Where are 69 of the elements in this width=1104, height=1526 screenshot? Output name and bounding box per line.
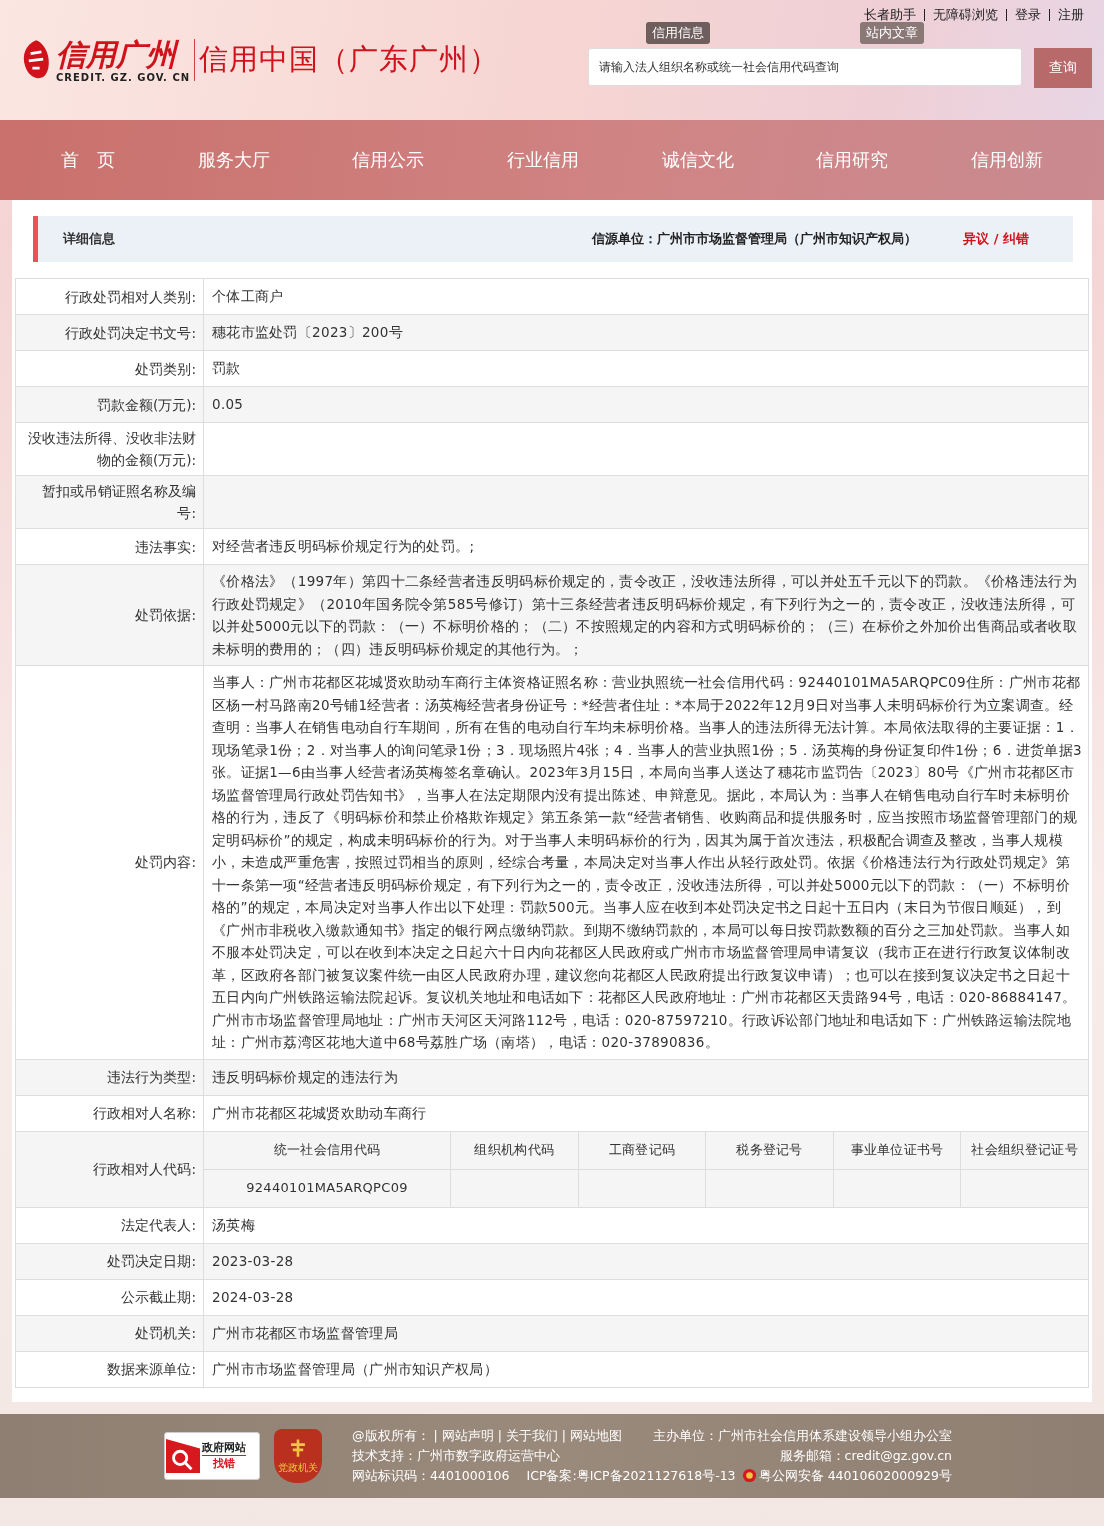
top-link[interactable]: 无障碍浏览 xyxy=(925,6,1006,24)
footer-text: 技术支持：广州市数字政府运营中心 xyxy=(352,1446,560,1465)
field-value: 违反明码标价规定的违法行为 xyxy=(212,1067,398,1087)
top-link[interactable]: 长者助手 xyxy=(856,6,924,24)
logo-subtitle: CREDIT. GZ. GOV. CN xyxy=(56,71,191,83)
field-label: 行政处罚决定书文号: xyxy=(16,315,204,350)
field-value: 当事人：广州市花都区花城贤欢助动车商行主体资格证照名称：营业执照统一社会信用代码：92440101MA5ARQPC09住所：广州市花都区杨一村马路南20号铺1经营者：汤英梅经营者身份证号：*经营者住址：*本局于2022年12月9日对当事人未明码标价行为立案调查。经查明：当事人在销售电动自行车期间，所有在售的电动自行车均未标明价格。当事人的违法所得无法计算。本局依法取得的主要证据：1．现场笔录1份；2．对当事人的询问笔录1份；3．现场照片4张；4．当事人的营业执照1份；5．汤英梅的身份证复印件1份；6．进货单据3张。证据1—6由当事人经营者汤英梅签名章确认。2023年3月15日，本局向当事人送达了穗花市监罚告〔2023〕80号《广州市花都区市场监督管理局行政处罚告知书》，当事人在法定期限内没有提出陈述、申辩意见。据此，本局认为：当事人在销售电动自行车时未标明价格的行为，违反了《明码标价和禁止价格欺诈规定》第五条第一款“经营者销售、收购商品和提供服务时，应当按照市场监督管理部门的规定明码标价”的规定，构成未明码标价的行为。对于当事人未明码标价的行为，因其为属于首次违法，积极配合调查及整改，当事人规模小，未造成严重危害，按照过罚相当的原则，经综合考量，本局决定对当事人作出从轻行政处罚。依据《价格违法行为行政处罚规定》第十一条第一项“经营者违反明码标价规定，有下列行为之一的，责令改正，没收违法所得，可以并处5000元以下的罚款：（一）不标明价格的”的规定，本局决定对当事人作出以下处理：罚款500元。当事人应在收到本处罚决定书之日起十五日内（末日为节假日顺延），到《广州市非税收入缴款通知书》指定的银行网点缴纳罚款。到期不缴纳罚款的，本局可以每日按罚款数额的百分之三加处罚款。当事人如不服本处罚决定，可以在收到本决定之日起六十日内向花都区人民政府或广州市市场监督管理局申请复议（我市正在进行行政复议体制改革，区政府各部门被复议案件统一由区人民政府办理，建议您向花都区人民政府提出行政复议申请）；也可以在接到复议决定书之日起十五日内向广州铁路运输法院起诉。复议机关地址和电话如下：花都区人民政府地址：广州市花都区天贵路94号，电话：020-86884147。广州市市场监督管理局地址：广州市天河区天河路112号，电话：020-87597210。行政诉讼部门地址和电话如下：广州铁路运输法院地址：广州市荔湾区花地大道中68号荔胜广场（南塔），电话：020-37890836。 xyxy=(212,673,1083,1052)
field-label: 没收违法所得、没收非法财物的金额(万元): xyxy=(16,423,204,475)
column-header: 组织机构代码 xyxy=(450,1131,578,1169)
column-header: 统一社会信用代码 xyxy=(272,1140,382,1159)
field-value: 汤英梅 xyxy=(212,1215,255,1235)
field-label: 处罚决定日期: xyxy=(16,1243,204,1279)
field-value: 广州市花都区市场监督管理局 xyxy=(212,1323,398,1343)
field-value: 《价格法》（1997年）第四十二条经营者违反明码标价规定的，责令改正，没收违法所得，可以并处五千元以下的罚款。《价格违法行为行政处罚规定》（2010年国务院令第585号修订）第十三条经营者违反明码标价规定，有下列行为之一的，责令改正，没收违法所得，可以并处5000元以下的罚款：（一）不标明价格的；（二）不按照规定的内容和方式明码标价的；（三）在标价之外加价出售商品或者收取未标明的费用的；（四）违反明码标价规定的其他行为。； xyxy=(212,572,1078,659)
footer-text: 粤公网安备 44010602000929号 xyxy=(758,1466,952,1485)
field-label: 处罚机关: xyxy=(16,1315,204,1351)
field-value: 穗花市监处罚〔2023〕200号 xyxy=(212,323,403,343)
field-value: 0.05 xyxy=(212,395,244,415)
field-value: 个体工商户 xyxy=(212,287,284,307)
top-link[interactable]: 注册 xyxy=(1050,6,1092,24)
field-label: 罚款金额(万元): xyxy=(16,387,204,422)
field-value: 广州市市场监督管理局（广州市知识产权局） xyxy=(212,1359,498,1379)
nav-item[interactable]: 信用公示 xyxy=(352,148,425,172)
table-cell-text: 92440101MA5ARQPC09 xyxy=(246,1178,408,1197)
column-header: 社会组织登记证号 xyxy=(960,1131,1088,1169)
field-label: 违法事实: xyxy=(16,529,204,564)
field-label: 违法行为类型: xyxy=(16,1059,204,1095)
emblem-text: 党政机关 xyxy=(278,1460,318,1475)
field-value: 罚款 xyxy=(212,359,241,379)
search-field[interactable]: 请输入法人组织名称或统一社会信用代码查询 xyxy=(588,48,1022,86)
field-label: 暂扣或吊销证照名称及编号: xyxy=(16,476,204,528)
field-label: 处罚内容: xyxy=(16,666,204,1059)
source-text: 信源单位：广州市市场监督管理局（广州市知识产权局） xyxy=(592,230,918,248)
search-tab[interactable]: 信用信息 xyxy=(646,22,710,44)
nav-item[interactable]: 信用创新 xyxy=(970,148,1043,172)
search-button[interactable]: 查询 xyxy=(1034,48,1092,88)
nav-item[interactable]: 行业信用 xyxy=(506,148,579,172)
field-label: 处罚类别: xyxy=(16,351,204,386)
field-label: 行政处罚相对人类别: xyxy=(16,279,204,314)
nav-item[interactable]: 信用研究 xyxy=(816,148,889,172)
column-header: 事业单位证书号 xyxy=(832,1131,961,1169)
search-tab[interactable]: 站内文章 xyxy=(860,22,924,44)
column-header: 税务登记号 xyxy=(705,1131,833,1169)
badge-action: 找错 xyxy=(213,1456,235,1471)
field-label: 数据来源单位: xyxy=(16,1351,204,1387)
detail-title: 详细信息 xyxy=(63,230,115,248)
column-header: 工商登记码 xyxy=(577,1131,706,1169)
logo-text: 信用广州 xyxy=(56,37,191,72)
nav-item[interactable]: 首 页 xyxy=(61,148,116,172)
nav-item[interactable]: 诚信文化 xyxy=(661,148,734,172)
dispute-link[interactable]: 异议 / 纠错 xyxy=(963,230,1029,248)
error-report-badge[interactable]: 政府网站 找错 xyxy=(164,1431,260,1480)
top-link[interactable]: 登录 xyxy=(1007,6,1049,24)
field-value: 2024-03-28 xyxy=(212,1287,294,1307)
police-badge-icon xyxy=(741,1468,757,1483)
badge-title: 政府网站 xyxy=(202,1440,246,1456)
nav-item[interactable]: 服务大厅 xyxy=(197,148,270,172)
field-label: 处罚依据: xyxy=(16,565,204,665)
field-value: 对经营者违反明码标价规定行为的处罚。; xyxy=(212,537,475,557)
site-title: 信用中国（广东广州） xyxy=(199,41,500,78)
field-value: 广州市花都区花城贤欢助动车商行 xyxy=(212,1103,427,1123)
footer-text: 服务邮箱：credit@gz.gov.cn xyxy=(779,1446,952,1465)
footer-text: 网站标识码：4401000106 ICP备案:粤ICP备2021127618号-13 xyxy=(352,1466,736,1485)
footer-text: @版权所有： | 网站声明 | 关于我们 | 网站地图 xyxy=(352,1426,622,1445)
field-label: 法定代表人: xyxy=(16,1207,204,1243)
field-label: 行政相对人名称: xyxy=(16,1095,204,1131)
field-value: 2023-03-28 xyxy=(212,1251,294,1271)
footer-text: 主办单位：广州市社会信用体系建设领导小组办公室 xyxy=(653,1426,952,1445)
field-label: 公示截止期: xyxy=(16,1279,204,1315)
